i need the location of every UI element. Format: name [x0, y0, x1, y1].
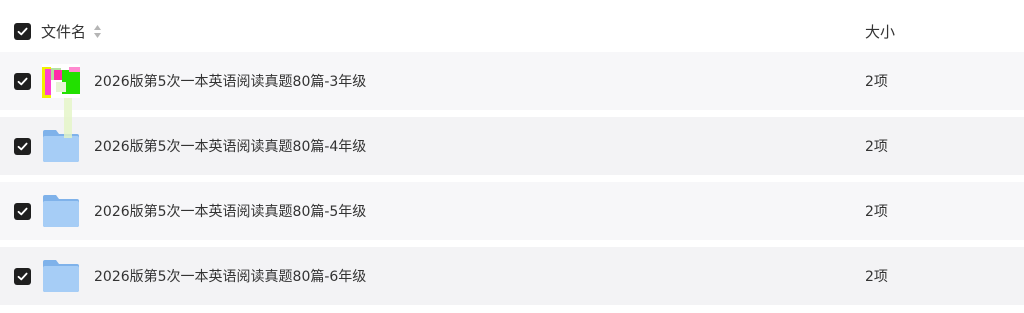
check-icon: [17, 272, 28, 281]
file-size: 2项: [865, 139, 888, 155]
file-list: 文件名 大小 2026版第5次一本英语阅读真题80篇-3年级 2项 2026版第…: [0, 0, 1024, 313]
file-size: 2项: [865, 269, 888, 285]
check-icon: [17, 142, 28, 151]
file-row[interactable]: 2026版第5次一本英语阅读真题80篇-5年级 2项: [0, 182, 1024, 240]
file-row[interactable]: 2026版第5次一本英语阅读真题80篇-6年级 2项: [0, 247, 1024, 305]
render-artifact: [64, 98, 72, 138]
file-row[interactable]: 2026版第5次一本英语阅读真题80篇-4年级 2项: [0, 117, 1024, 175]
file-list-header: 文件名 大小: [0, 12, 1024, 52]
check-icon: [17, 27, 28, 36]
check-icon: [17, 77, 28, 86]
column-header-name-label: 文件名: [41, 23, 87, 41]
row-checkbox[interactable]: [14, 203, 31, 220]
file-name[interactable]: 2026版第5次一本英语阅读真题80篇-3年级: [94, 71, 366, 91]
check-icon: [17, 207, 28, 216]
file-size: 2项: [865, 74, 888, 90]
column-header-size[interactable]: 大小: [865, 21, 895, 42]
file-name[interactable]: 2026版第5次一本英语阅读真题80篇-4年级: [94, 136, 366, 156]
file-name[interactable]: 2026版第5次一本英语阅读真题80篇-6年级: [94, 266, 366, 286]
folder-icon: [42, 194, 80, 228]
column-header-name[interactable]: 文件名: [41, 21, 102, 42]
file-size: 2项: [865, 204, 888, 220]
file-row[interactable]: 2026版第5次一本英语阅读真题80篇-3年级 2项: [0, 52, 1024, 110]
row-checkbox[interactable]: [14, 73, 31, 90]
row-checkbox[interactable]: [14, 138, 31, 155]
sort-icon[interactable]: [92, 24, 102, 40]
row-checkbox[interactable]: [14, 268, 31, 285]
file-name[interactable]: 2026版第5次一本英语阅读真题80篇-5年级: [94, 201, 366, 221]
select-all-checkbox[interactable]: [14, 23, 31, 40]
folder-icon: [42, 259, 80, 293]
